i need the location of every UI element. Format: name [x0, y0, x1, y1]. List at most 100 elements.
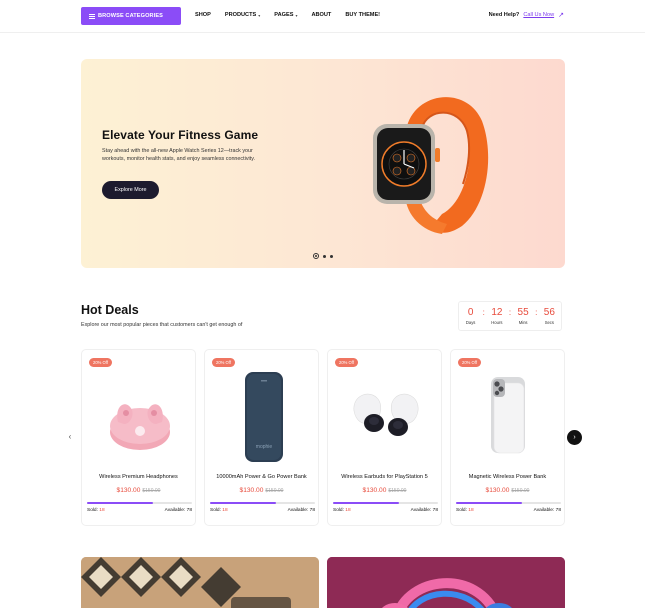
- product-image[interactable]: [461, 368, 556, 463]
- sold-label: Sold:: [210, 508, 221, 513]
- available-value: 78: [186, 508, 192, 513]
- stock-meta: Sold: 18 Available: 78: [333, 508, 438, 513]
- product-name[interactable]: Wireless Earbuds for PlayStation 5: [328, 474, 441, 480]
- nav-pages[interactable]: PAGES ▾: [274, 12, 297, 18]
- countdown-mins-label: Mins: [518, 320, 528, 325]
- countdown-separator: :: [482, 308, 485, 317]
- stock-progress-bar: [87, 502, 192, 504]
- apple-watch-image: [373, 97, 489, 234]
- nav-buy-theme-label: BUY THEME!: [345, 12, 381, 18]
- discount-badge: 20% Off: [89, 358, 113, 367]
- countdown-days-value: 0: [467, 307, 474, 318]
- available-count: Available: 78: [165, 508, 192, 513]
- countdown-secs-label: Secs: [544, 320, 554, 325]
- carousel-dot-2[interactable]: [323, 254, 326, 258]
- promo-banner-right[interactable]: [327, 557, 565, 608]
- call-us-link[interactable]: Call Us Now: [523, 12, 554, 18]
- chevron-down-icon: ▾: [258, 12, 261, 18]
- available-value: 78: [555, 508, 561, 513]
- countdown-hours-label: Hours: [491, 320, 503, 325]
- price-old: $150.00: [142, 488, 161, 494]
- product-card[interactable]: 20% Off Wireless Earbuds for PlayStation…: [327, 349, 442, 526]
- carousel-next-button[interactable]: ›: [567, 430, 582, 445]
- countdown-secs: 56 Secs: [540, 307, 558, 325]
- countdown-mins-value: 55: [517, 307, 529, 318]
- stock-progress-bar: [210, 502, 315, 504]
- available-label: Available:: [287, 508, 309, 513]
- product-image[interactable]: [92, 368, 187, 463]
- sold-count: Sold: 18: [87, 508, 105, 513]
- price-current: $130.00: [485, 487, 510, 494]
- chevron-left-icon: ‹: [68, 431, 72, 441]
- menu-icon: [89, 13, 95, 19]
- sold-value: 18: [345, 508, 351, 513]
- available-count: Available: 78: [288, 508, 315, 513]
- hero-title: Elevate Your Fitness Game: [102, 128, 259, 142]
- nav-shop-label: SHOP: [195, 12, 211, 18]
- product-card[interactable]: 20% Off Magnetic Wireless Power Bank $13…: [450, 349, 565, 526]
- sold-value: 18: [468, 508, 474, 513]
- price-current: $130.00: [239, 487, 264, 494]
- nav-about-label: ABOUT: [311, 12, 332, 18]
- hero-banner: Elevate Your Fitness Game Stay ahead wit…: [81, 59, 565, 268]
- carousel-prev-button[interactable]: ‹: [64, 430, 76, 442]
- nav-buy-theme[interactable]: BUY THEME!: [345, 12, 380, 18]
- available-count: Available: 78: [411, 508, 438, 513]
- sold-label: Sold:: [87, 508, 98, 513]
- product-name[interactable]: Magnetic Wireless Power Bank: [451, 474, 564, 480]
- patterned-rug-image: [81, 557, 319, 608]
- sold-label: Sold:: [333, 508, 344, 513]
- product-name[interactable]: Wireless Premium Headphones: [82, 474, 195, 480]
- price-current: $130.00: [116, 487, 141, 494]
- hot-deals-subtitle: Explore our most popular pieces that cus…: [81, 322, 243, 328]
- promo-banner-left[interactable]: [81, 557, 319, 608]
- product-price: $130.00 $150.00: [451, 487, 564, 494]
- countdown-separator: :: [535, 308, 538, 317]
- price-old: $150.00: [511, 488, 530, 494]
- chevron-right-icon: ›: [573, 434, 576, 441]
- carousel-dot-3[interactable]: [330, 254, 333, 258]
- price-old: $150.00: [265, 488, 284, 494]
- available-label: Available:: [164, 508, 186, 513]
- headphones-image: [327, 557, 565, 608]
- nav-about[interactable]: ABOUT: [311, 12, 331, 18]
- stock-meta: Sold: 18 Available: 78: [87, 508, 192, 513]
- discount-badge: 20% Off: [335, 358, 359, 367]
- product-name[interactable]: 10000mAh Power & Go Power Bank: [205, 474, 318, 480]
- discount-badge: 20% Off: [212, 358, 236, 367]
- nav-shop[interactable]: SHOP: [195, 12, 211, 18]
- stock-meta: Sold: 18 Available: 78: [456, 508, 561, 513]
- nav-products-label: PRODUCTS: [224, 12, 257, 18]
- product-price: $130.00 $150.00: [82, 487, 195, 494]
- product-carousel: 20% Off Wireless Premium Headphones $130…: [81, 349, 565, 526]
- available-value: 78: [432, 508, 438, 513]
- product-image[interactable]: mophie: [215, 368, 310, 463]
- countdown-secs-value: 56: [543, 307, 555, 318]
- carousel-dot-1[interactable]: [313, 253, 319, 259]
- browse-categories-button[interactable]: BROWSE CATEGORIES: [81, 7, 181, 25]
- stock-progress-bar: [333, 502, 438, 504]
- chevron-down-icon: ▾: [295, 12, 298, 18]
- carousel-dots: [313, 253, 333, 259]
- stock-progress-fill: [456, 502, 523, 504]
- price-old: $150.00: [388, 488, 407, 494]
- help-label: Need Help?: [488, 12, 520, 18]
- stock-progress-fill: [210, 502, 277, 504]
- hero-description: Stay ahead with the all-new Apple Watch …: [102, 148, 256, 162]
- svg-text:mophie: mophie: [255, 444, 272, 450]
- product-card[interactable]: 20% Off mophie 10000mAh Power & Go Power…: [204, 349, 319, 526]
- countdown-days: 0 Days: [462, 307, 480, 325]
- stock-progress-fill: [333, 502, 400, 504]
- product-image[interactable]: [338, 368, 433, 463]
- available-label: Available:: [533, 508, 555, 513]
- discount-badge: 20% Off: [458, 358, 482, 367]
- sold-count: Sold: 18: [210, 508, 228, 513]
- nav-products[interactable]: PRODUCTS ▾: [225, 12, 260, 18]
- browse-categories-label: BROWSE CATEGORIES: [98, 13, 163, 19]
- explore-more-button[interactable]: Explore More: [102, 181, 159, 199]
- available-count: Available: 78: [534, 508, 561, 513]
- countdown-days-label: Days: [465, 320, 476, 325]
- price-current: $130.00: [362, 487, 387, 494]
- product-card[interactable]: 20% Off Wireless Premium Headphones $130…: [81, 349, 196, 526]
- power-bank-icon: mophie: [244, 372, 283, 462]
